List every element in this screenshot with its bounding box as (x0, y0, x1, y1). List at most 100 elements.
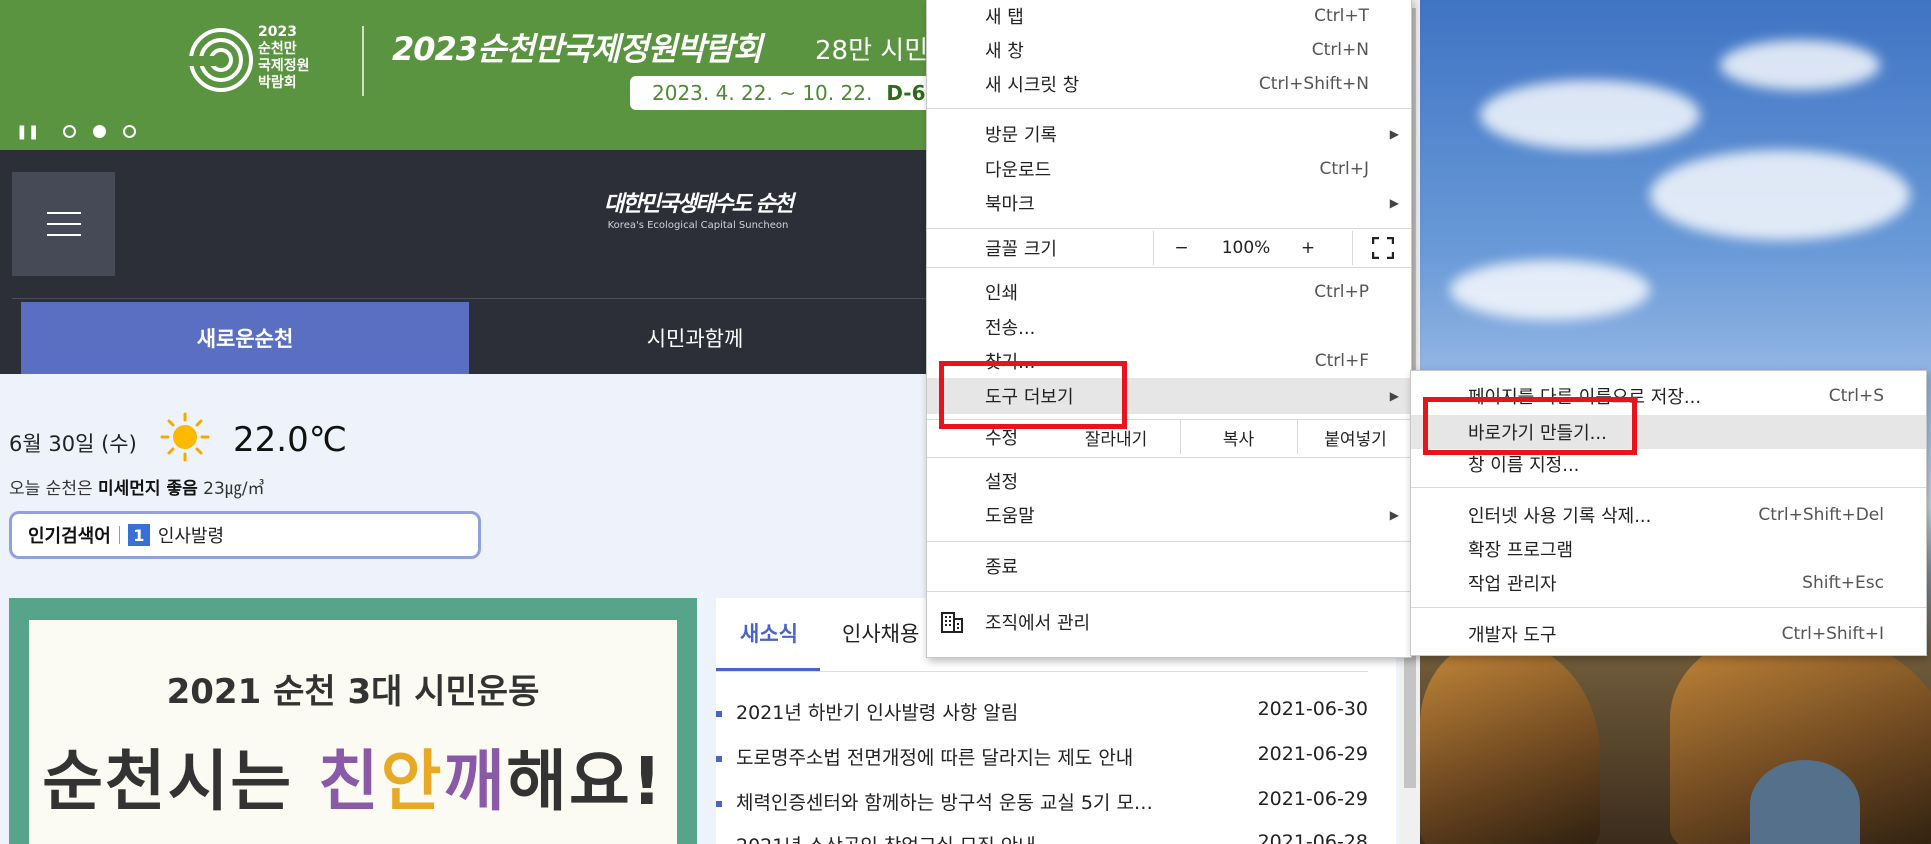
expo-logo-text: 2023 순천만 국제정원 박람회 (258, 24, 310, 92)
slide-dot[interactable] (63, 125, 76, 138)
cloud (1720, 40, 1880, 90)
news-title: 2021년 하반기 인사발령 사항 알림 (736, 702, 1019, 724)
sea-rock (1420, 640, 1600, 844)
promo-headline-part: 해요! (506, 743, 664, 820)
menu-item-managed[interactable]: 조직에서 관리 (927, 605, 1411, 639)
promo-headline-part: 깨 (443, 743, 507, 820)
menu-item-label: 새 탭 (985, 7, 1024, 28)
menu-item-downloads[interactable]: 다운로드 Ctrl+J (927, 152, 1411, 186)
menu-item-cast[interactable]: 전송... (927, 310, 1411, 344)
zoom-out-button[interactable]: − (1153, 231, 1209, 265)
fullscreen-icon-glyph (1371, 237, 1394, 259)
air-prefix: 오늘 순천은 (9, 479, 99, 499)
menu-item-label: 방문 기록 (985, 125, 1057, 146)
menu-item-label: 종료 (985, 557, 1019, 578)
submenu-item-clear-data[interactable]: 인터넷 사용 기록 삭제... Ctrl+Shift+Del (1411, 498, 1926, 532)
site-logo[interactable]: 대한민국생태수도 순천 Korea's Ecological Capital S… (598, 186, 798, 231)
submenu-item-extensions[interactable]: 확장 프로그램 (1411, 532, 1926, 566)
menu-item-shortcut: Ctrl+Shift+I (1781, 624, 1884, 644)
news-title: 체력인증센터와 함께하는 방구석 운동 교실 5기 모… (736, 792, 1153, 814)
logo-text-line: 국제정원 (258, 58, 310, 74)
menu-item-new-tab[interactable]: 새 탭 Ctrl+T (927, 0, 1411, 33)
tab-recruitment[interactable]: 인사채용 (842, 618, 919, 648)
paste-button[interactable]: 붙여넣기 (1297, 420, 1413, 454)
menu-separator (927, 267, 1411, 268)
slide-dot[interactable] (123, 125, 136, 138)
menu-item-shortcut: Ctrl+J (1319, 159, 1369, 179)
menu-item-bookmarks[interactable]: 북마크 ▶ (927, 186, 1411, 220)
pause-icon[interactable]: ❚❚ (16, 124, 39, 140)
menu-separator (1411, 607, 1926, 608)
site-logo-korean: 대한민국생태수도 순천 (603, 192, 794, 217)
menu-item-label: 도움말 (985, 506, 1035, 527)
news-date: 2021-06-29 (1257, 743, 1368, 765)
menu-item-incognito[interactable]: 새 시크릿 창 Ctrl+Shift+N (927, 67, 1411, 101)
menu-separator (927, 457, 1411, 458)
highlight-box-more-tools (939, 361, 1127, 429)
promo-banner[interactable]: 2021 순천 3대 시민운동 순천시는 친안깨해요! (9, 598, 697, 844)
menu-item-label: 개발자 도구 (1468, 625, 1557, 646)
menu-item-exit[interactable]: 종료 (927, 549, 1411, 583)
news-date: 2021-06-30 (1257, 698, 1368, 720)
news-item[interactable]: 체력인증센터와 함께하는 방구석 운동 교실 5기 모… 2021-06-29 (716, 788, 1368, 815)
menu-item-label: 조직에서 관리 (985, 613, 1091, 634)
news-item[interactable]: 2021년 소상공인 창업교실 모집 안내 2021-06-28 (716, 831, 1368, 844)
expo-logo-icon (185, 28, 253, 92)
submenu-arrow-icon: ▶ (1389, 508, 1399, 522)
cloud (1450, 260, 1650, 320)
air-status: 미세먼지 좋음 (98, 479, 198, 499)
building-icon (941, 612, 963, 633)
menu-item-label: 인쇄 (985, 283, 1019, 304)
logo-text-line: 박람회 (258, 75, 297, 91)
news-item[interactable]: 도로명주소법 전면개정에 따른 달라지는 제도 안내 2021-06-29 (716, 743, 1368, 770)
logo-text-line: 순천만 (258, 41, 297, 57)
promo-headline-part: 순천시는 (42, 743, 319, 820)
popular-keyword[interactable]: 인사발령 (158, 522, 224, 548)
banner-date-pill: 2023. 4. 22. ~ 10. 22. D-6 (630, 76, 960, 110)
nav-tab-new-suncheon[interactable]: 새로운순천 (21, 302, 469, 374)
menu-item-settings[interactable]: 설정 (927, 464, 1411, 498)
slide-dot-active[interactable] (93, 125, 106, 138)
news-item[interactable]: 2021년 하반기 인사발령 사항 알림 2021-06-30 (716, 698, 1368, 725)
menu-separator (927, 228, 1411, 229)
cloud (1480, 80, 1700, 150)
news-title: 2021년 소상공인 창업교실 모집 안내 (736, 835, 1036, 844)
menu-item-label: 새 창 (985, 41, 1024, 62)
nav-tab-with-citizens[interactable]: 시민과함께 (471, 302, 919, 374)
logo-text-line: 2023 (258, 24, 297, 40)
menu-item-shortcut: Ctrl+P (1314, 282, 1369, 302)
zoom-level: 100% (1221, 238, 1271, 258)
popular-search-box[interactable]: 인기검색어 1 인사발령 (9, 511, 481, 559)
menu-item-help[interactable]: 도움말 ▶ (927, 498, 1411, 532)
popular-separator (118, 526, 120, 544)
banner-subtitle: 28만 시민 (815, 36, 929, 66)
menu-item-label: 다운로드 (985, 160, 1052, 181)
submenu-item-task-manager[interactable]: 작업 관리자 Shift+Esc (1411, 566, 1926, 600)
fullscreen-icon[interactable] (1352, 231, 1412, 265)
hamburger-menu-button[interactable] (12, 172, 115, 276)
browser-main-menu: 새 탭 Ctrl+T 새 창 Ctrl+N 새 시크릿 창 Ctrl+Shift+N … (926, 0, 1412, 658)
menu-item-new-window[interactable]: 새 창 Ctrl+N (927, 33, 1411, 67)
cloud (1650, 150, 1910, 240)
menu-item-shortcut: Ctrl+N (1311, 40, 1369, 60)
promo-headline: 순천시는 친안깨해요! (29, 728, 677, 824)
air-quality-line: 오늘 순천은 미세먼지 좋음 23㎍/㎥ (9, 474, 265, 499)
submenu-item-devtools[interactable]: 개발자 도구 Ctrl+Shift+I (1411, 617, 1926, 651)
news-title: 도로명주소법 전면개정에 따른 달라지는 제도 안내 (736, 747, 1134, 769)
menu-item-print[interactable]: 인쇄 Ctrl+P (927, 275, 1411, 309)
banner-title: 2023순천만국제정원박람회 (392, 30, 762, 68)
bullet-icon (716, 800, 722, 807)
menu-item-label: 확장 프로그램 (1468, 540, 1574, 561)
zoom-in-button[interactable]: + (1283, 231, 1333, 265)
copy-button[interactable]: 복사 (1180, 420, 1296, 454)
menu-item-shortcut: Ctrl+Shift+N (1258, 74, 1369, 94)
menu-row-zoom: 글꼴 크기 − 100% + (927, 231, 1411, 265)
banner-dates: 2023. 4. 22. ~ 10. 22. (652, 81, 873, 105)
site-logo-english: Korea's Ecological Capital Suncheon (607, 220, 789, 231)
menu-item-history[interactable]: 방문 기록 ▶ (927, 117, 1411, 151)
tab-news[interactable]: 새소식 (740, 618, 798, 648)
popular-search-label: 인기검색어 (28, 526, 111, 547)
submenu-arrow-icon: ▶ (1389, 389, 1399, 403)
promo-headline-part: 친 (318, 743, 381, 820)
menu-item-shortcut: Ctrl+F (1314, 351, 1369, 371)
